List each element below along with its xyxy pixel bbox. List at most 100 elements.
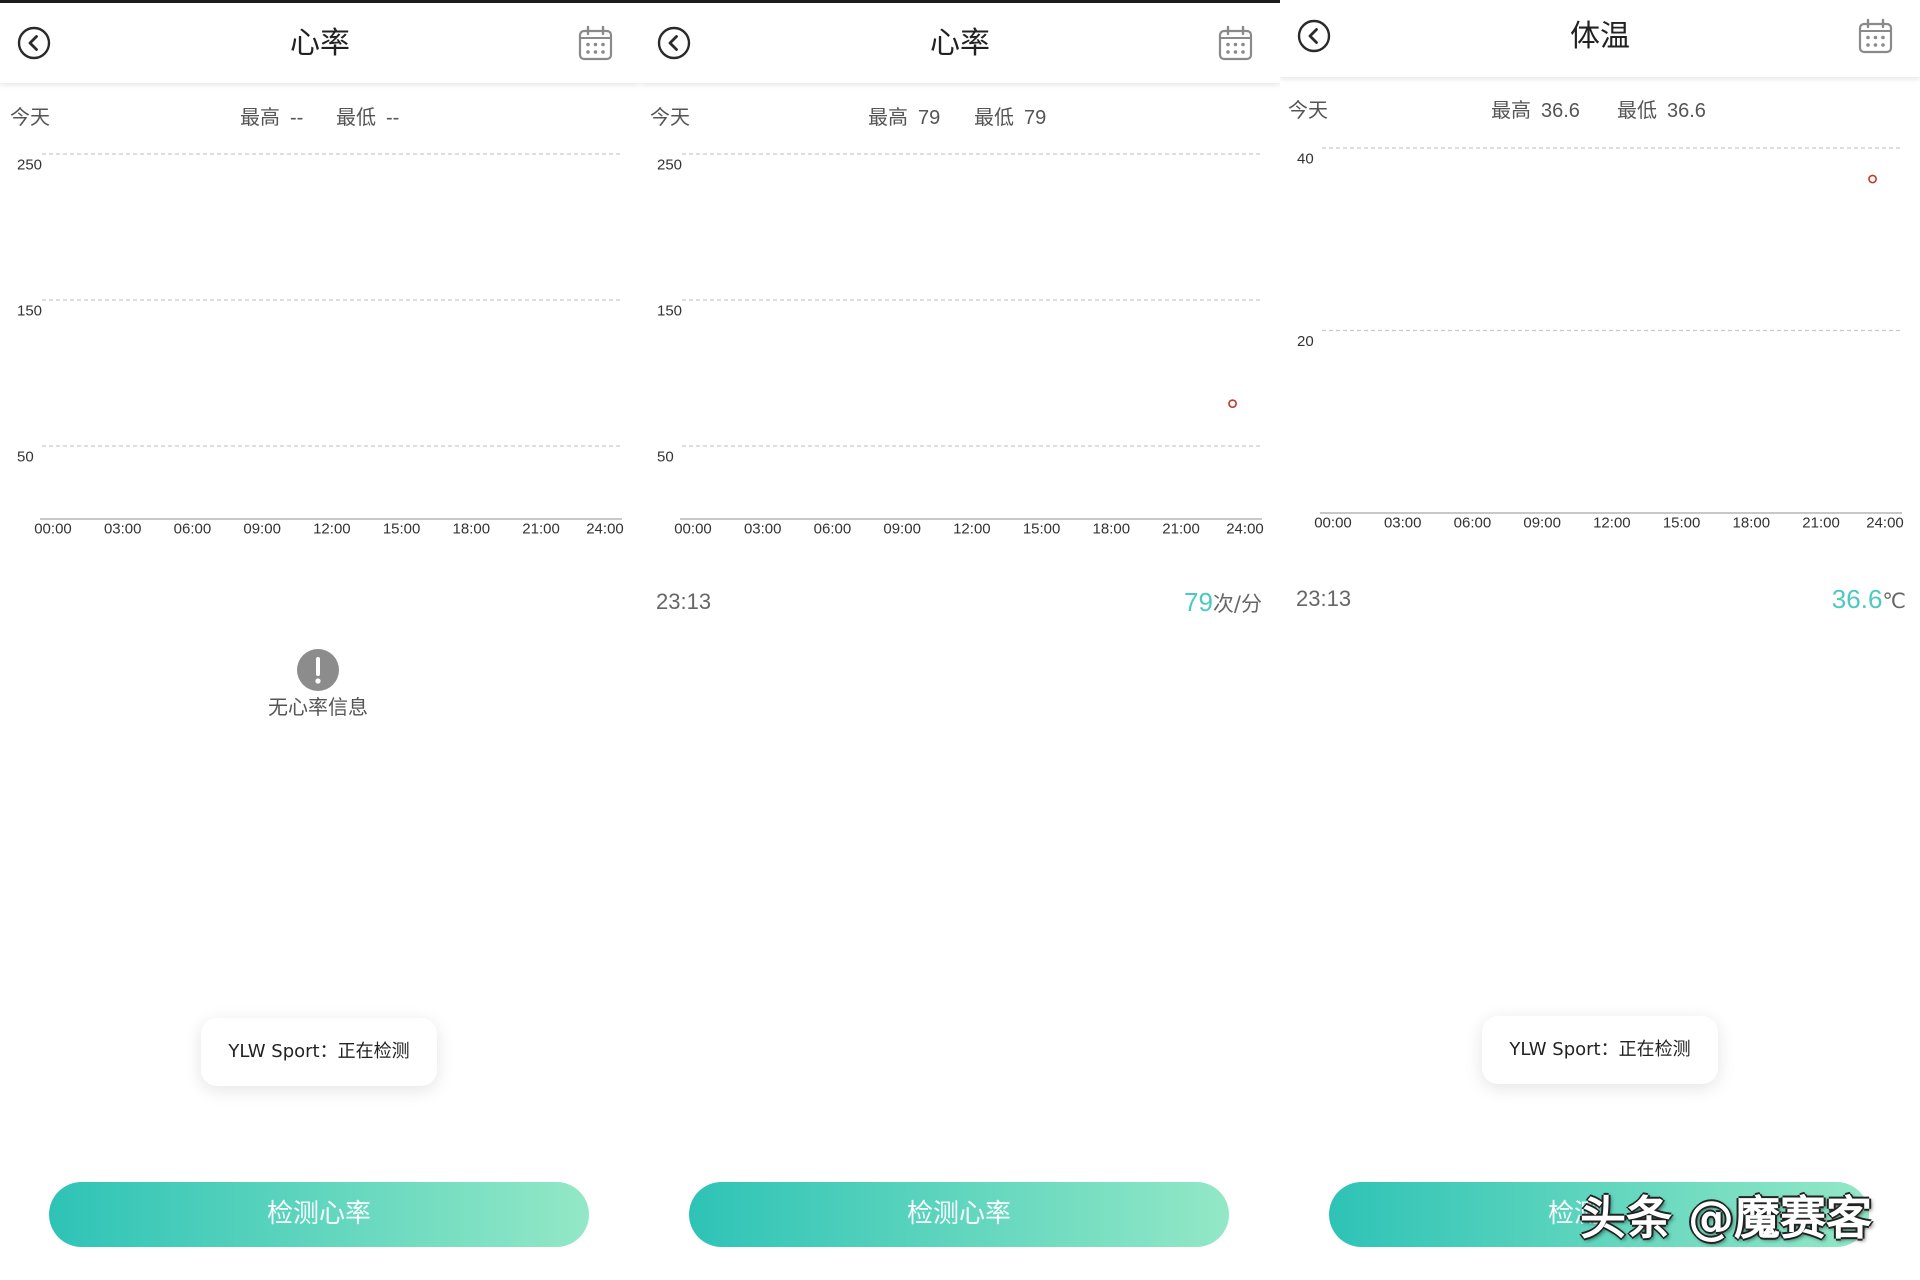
min-label: 最低 bbox=[1617, 98, 1657, 122]
daily-stats: 今天 最高 36.6 最低 36.6 bbox=[1280, 97, 1920, 123]
x-tick-label: 18:00 bbox=[1733, 515, 1771, 532]
calendar-icon[interactable] bbox=[577, 25, 614, 62]
app-header: 心率 bbox=[0, 0, 640, 83]
y-tick-label: 150 bbox=[17, 303, 42, 320]
heart-rate-screen: 心率 今天 最高 79 最低 79 250 150 50 00:00 03:00 06:00 0… bbox=[640, 0, 1280, 1280]
data-point bbox=[1868, 174, 1877, 184]
data-point bbox=[1228, 399, 1237, 409]
body-temperature-chart: 40 20 00:00 03:00 06:00 09:00 12:00 15:00 18:00 2… bbox=[1297, 147, 1904, 532]
latest-reading: 23:13 36.6 ℃ bbox=[1296, 583, 1906, 615]
latest-reading-value: 36.6 bbox=[1831, 584, 1883, 614]
calendar-button[interactable] bbox=[1857, 18, 1894, 55]
app-header: 体温 bbox=[1280, 0, 1920, 77]
latest-reading-value-group: 79 次/分 bbox=[1184, 586, 1262, 618]
x-tick-label: 12:00 bbox=[1593, 515, 1631, 532]
x-tick-label: 15:00 bbox=[1663, 515, 1701, 532]
watermark: 头条 @魔赛客 bbox=[1580, 1191, 1873, 1245]
calendar-icon[interactable] bbox=[1217, 25, 1254, 62]
y-tick-label: 250 bbox=[657, 157, 682, 174]
y-tick-label: 40 bbox=[1297, 151, 1314, 168]
x-tick-label: 12:00 bbox=[313, 521, 351, 538]
x-tick-label: 24:00 bbox=[1226, 521, 1264, 538]
status-toast: YLW Sport：正在检测 bbox=[1482, 1016, 1718, 1084]
x-tick-label: 03:00 bbox=[744, 521, 782, 538]
x-tick-label: 09:00 bbox=[243, 521, 281, 538]
x-tick-label: 03:00 bbox=[104, 521, 142, 538]
max-label: 最高 bbox=[1491, 98, 1531, 122]
page-title: 心率 bbox=[290, 26, 350, 61]
page-title: 体温 bbox=[1570, 19, 1630, 54]
heart-rate-chart: 250 150 50 00:00 03:00 06:00 09:00 12:00 15:00 18… bbox=[17, 153, 624, 538]
latest-reading-unit: ℃ bbox=[1882, 589, 1906, 613]
x-tick-label: 03:00 bbox=[1384, 515, 1422, 532]
period-label: 今天 bbox=[1288, 98, 1328, 122]
x-tick-label: 15:00 bbox=[1023, 521, 1061, 538]
x-tick-label: 15:00 bbox=[383, 521, 421, 538]
empty-state-text: 无心率信息 bbox=[268, 695, 368, 719]
x-tick-label: 00:00 bbox=[674, 521, 712, 538]
app-header: 心率 bbox=[640, 0, 1280, 83]
latest-reading-unit: 次/分 bbox=[1212, 592, 1262, 616]
x-tick-label: 06:00 bbox=[174, 521, 212, 538]
max-value: -- bbox=[290, 107, 304, 129]
x-tick-label: 06:00 bbox=[814, 521, 852, 538]
min-label: 最低 bbox=[974, 105, 1014, 129]
latest-reading-value: 79 bbox=[1184, 587, 1213, 617]
calendar-icon[interactable] bbox=[1857, 18, 1894, 55]
max-label: 最高 bbox=[868, 105, 908, 129]
x-tick-label: 21:00 bbox=[1162, 521, 1200, 538]
daily-stats: 今天 最高 -- 最低 -- bbox=[0, 104, 640, 130]
heart-rate-screen-empty: 心率 今天 最高 -- 最低 -- 250 150 50 00:00 03:00 06:00 0… bbox=[0, 0, 640, 1280]
period-label: 今天 bbox=[10, 105, 50, 129]
heart-rate-chart: 250 150 50 00:00 03:00 06:00 09:00 12:00 15:00 18… bbox=[657, 153, 1264, 538]
min-stat: 最低 -- bbox=[336, 104, 399, 131]
top-edge bbox=[0, 0, 640, 3]
max-stat: 最高 79 bbox=[868, 104, 940, 131]
calendar-button[interactable] bbox=[1217, 25, 1254, 62]
max-value: 79 bbox=[918, 107, 941, 129]
max-label: 最高 bbox=[240, 105, 280, 129]
latest-reading-value-group: 36.6 ℃ bbox=[1832, 583, 1906, 615]
button-label: 检测心率 bbox=[906, 1199, 1011, 1229]
calendar-button[interactable] bbox=[577, 25, 614, 62]
min-stat: 最低 79 bbox=[974, 104, 1046, 131]
latest-reading-time: 23:13 bbox=[1296, 586, 1352, 611]
body-temperature-screen: 体温 今天 最高 36.6 最低 36.6 40 20 00:00 03:00 06:00 0… bbox=[1280, 0, 1920, 1280]
latest-reading-time: 23:13 bbox=[656, 589, 712, 614]
x-tick-label: 00:00 bbox=[1314, 515, 1352, 532]
min-value: 79 bbox=[1024, 107, 1047, 129]
x-tick-label: 18:00 bbox=[1093, 521, 1131, 538]
min-label: 最低 bbox=[336, 105, 376, 129]
top-edge bbox=[640, 0, 1280, 3]
measure-heart-rate-button[interactable]: 检测心率 bbox=[49, 1182, 589, 1247]
button-label: 检测心率 bbox=[266, 1199, 371, 1229]
page-title: 心率 bbox=[930, 26, 990, 61]
daily-stats: 今天 最高 79 最低 79 bbox=[640, 104, 1280, 130]
max-stat: 最高 36.6 bbox=[1491, 97, 1580, 124]
x-tick-label: 00:00 bbox=[34, 521, 72, 538]
min-stat: 最低 36.6 bbox=[1617, 97, 1706, 124]
latest-reading: 23:13 79 次/分 bbox=[656, 586, 1262, 618]
y-tick-label: 150 bbox=[657, 303, 682, 320]
x-tick-label: 09:00 bbox=[883, 521, 921, 538]
max-stat: 最高 -- bbox=[240, 104, 303, 131]
period-label: 今天 bbox=[650, 105, 690, 129]
x-tick-label: 18:00 bbox=[453, 521, 491, 538]
y-tick-label: 50 bbox=[657, 449, 674, 466]
x-tick-label: 21:00 bbox=[1802, 515, 1840, 532]
x-tick-label: 09:00 bbox=[1523, 515, 1561, 532]
x-tick-label: 06:00 bbox=[1454, 515, 1492, 532]
min-value: 36.6 bbox=[1667, 100, 1706, 122]
y-tick-label: 250 bbox=[17, 157, 42, 174]
status-toast: YLW Sport：正在检测 bbox=[201, 1018, 437, 1086]
max-value: 36.6 bbox=[1541, 100, 1580, 122]
x-tick-label: 24:00 bbox=[586, 521, 624, 538]
x-tick-label: 21:00 bbox=[522, 521, 560, 538]
exclamation-icon bbox=[297, 649, 339, 691]
min-value: -- bbox=[386, 107, 400, 129]
measure-heart-rate-button[interactable]: 检测心率 bbox=[689, 1182, 1229, 1247]
y-tick-label: 20 bbox=[1297, 333, 1314, 350]
x-tick-label: 12:00 bbox=[953, 521, 991, 538]
y-tick-label: 50 bbox=[17, 449, 34, 466]
x-tick-label: 24:00 bbox=[1866, 515, 1904, 532]
